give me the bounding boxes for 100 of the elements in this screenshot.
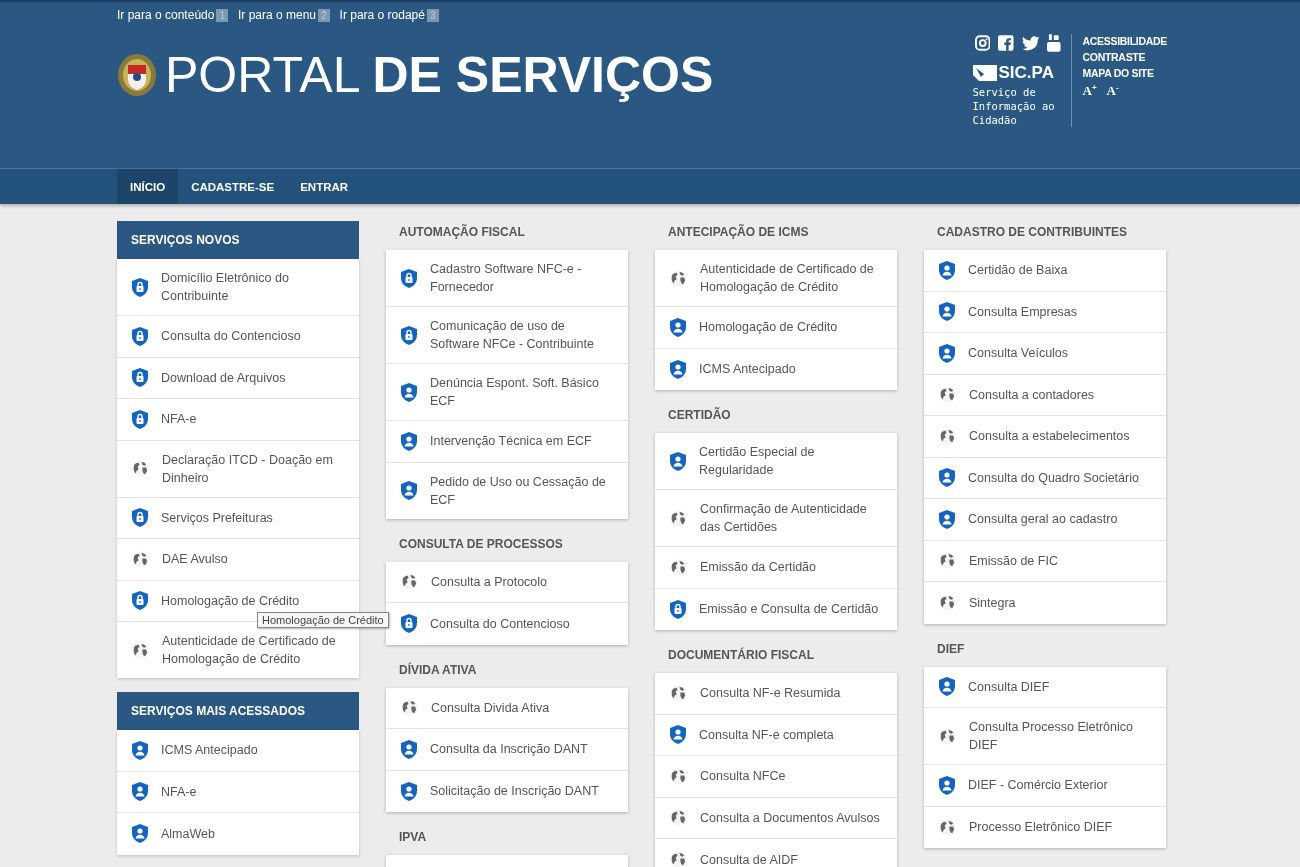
shield-lock-icon xyxy=(401,268,417,288)
service-link[interactable]: Consulta a contadores xyxy=(924,374,1166,416)
shield-person-icon xyxy=(670,725,686,745)
globe-icon xyxy=(939,594,956,612)
shield-person-icon xyxy=(670,451,686,471)
globe-icon xyxy=(670,684,687,702)
shield-lock-icon xyxy=(132,591,148,611)
service-link[interactable]: Cadastro Software NFC-e - Fornecedor xyxy=(386,250,628,307)
service-link[interactable]: Consulta DIEF xyxy=(924,666,1166,708)
service-link[interactable]: Confirmação de Autenticidade das Certidões xyxy=(655,490,897,547)
instagram-icon[interactable] xyxy=(974,35,990,51)
section-heading: CADASTRO DE CONTRIBUINTES xyxy=(936,224,1128,241)
service-link[interactable]: Consulta NF-e Resumida xyxy=(655,673,897,715)
service-link[interactable]: Intervenção Técnica em ECF xyxy=(386,421,628,463)
shield-person-icon xyxy=(670,317,686,337)
shield-person-icon xyxy=(939,775,955,795)
shield-person-icon xyxy=(939,343,955,363)
skip-link[interactable]: Ir para o menu xyxy=(237,8,316,22)
accessibility-link[interactable]: MAPA DO SITE xyxy=(1082,67,1167,79)
service-link[interactable]: Consulta Empresas xyxy=(924,291,1166,333)
coat-of-arms-icon xyxy=(117,53,157,97)
shield-lock-icon xyxy=(401,325,417,345)
panel-header: SERVIÇOS NOVOS xyxy=(117,221,359,259)
nav-tab[interactable]: INÍCIO xyxy=(117,169,179,204)
nav-tab[interactable]: CADASTRE-SE xyxy=(178,169,288,204)
service-link[interactable]: NFA-e xyxy=(117,771,359,813)
service-link[interactable]: Processo Eletrônico DIEF xyxy=(924,806,1166,848)
decrease-font-button[interactable]: A$^{-}$ xyxy=(1106,83,1119,100)
service-link[interactable]: Pedido de Uso ou Cessação de ECF xyxy=(386,462,628,519)
service-link[interactable]: Solicitação de Inscrição DANT xyxy=(386,770,628,812)
shield-lock-icon xyxy=(132,368,148,388)
service-link[interactable]: Homologação de Crédito xyxy=(655,307,897,349)
shield-person-icon xyxy=(939,677,955,697)
video-channel-icon[interactable] xyxy=(1046,34,1061,52)
tooltip: Homologação de Crédito xyxy=(257,612,389,628)
service-link[interactable]: Download de Arquivos xyxy=(117,357,359,399)
service-link[interactable]: NFA-e xyxy=(117,399,359,441)
service-link[interactable]: Consulta a estabelecimentos xyxy=(924,416,1166,458)
service-link[interactable]: Emissão e Consulta de Certidão xyxy=(655,588,897,630)
service-link[interactable]: Emissão de FIC xyxy=(924,540,1166,582)
service-link[interactable]: Denúncia Espont. Soft. Básico ECF xyxy=(386,364,628,421)
increase-font-button[interactable]: A$^{+}$ xyxy=(1082,83,1097,100)
accessibility-link[interactable]: CONTRASTE xyxy=(1082,51,1167,63)
service-link[interactable]: Consulta Processo Eletrônico DIEF xyxy=(924,708,1166,765)
service-link[interactable]: Consulta de AIDF xyxy=(655,839,897,867)
service-link[interactable]: Domicílio Eletrônico do Contribuinte xyxy=(117,259,359,316)
globe-icon xyxy=(401,573,418,591)
sic-logo-text[interactable]: SIC.PA xyxy=(998,63,1054,83)
service-link[interactable]: Consulta do Quadro Societário xyxy=(924,457,1166,499)
section-heading: DÍVIDA ATIVA xyxy=(398,661,478,679)
service-link[interactable]: Consulta Veículos xyxy=(924,333,1166,375)
sic-caption: Serviço de Informação ao Cidadão xyxy=(972,85,1056,127)
service-link[interactable]: Comunicação de uso de Software NFCe - Contribuinte xyxy=(386,307,628,364)
shield-person-icon xyxy=(401,431,417,451)
section-heading: CERTIDÃO xyxy=(667,406,732,424)
shield-person-icon xyxy=(401,781,417,801)
section-heading: CONSULTA DE PROCESSOS xyxy=(398,535,564,553)
shield-lock-icon xyxy=(132,508,148,528)
shield-person-icon xyxy=(401,382,417,402)
facebook-icon[interactable] xyxy=(998,35,1014,51)
accessibility-link[interactable]: ACESSIBILIDADE xyxy=(1082,35,1167,47)
service-link[interactable]: Declaração ITCD - Doação em Dinheiro xyxy=(117,440,359,498)
service-link[interactable]: Consulta Divida Ativa xyxy=(386,687,628,729)
service-link[interactable]: DAE Avulso xyxy=(117,539,359,581)
skip-link[interactable]: Ir para o conteúdo xyxy=(117,8,215,22)
service-link[interactable]: ICMS Antecipado xyxy=(117,730,359,772)
service-link[interactable]: Consulta NF-e completa xyxy=(655,714,897,756)
service-link[interactable]: ICMS Antecipado xyxy=(655,348,897,390)
service-link[interactable]: Consulta do Contencioso xyxy=(117,316,359,358)
service-link[interactable]: Consulta NFCe xyxy=(655,756,897,798)
shield-lock-icon xyxy=(132,409,148,429)
service-link[interactable]: Consulta geral ao cadastro xyxy=(924,499,1166,541)
service-link[interactable]: Serviços Prefeituras xyxy=(117,497,359,539)
globe-icon xyxy=(939,552,956,570)
shield-person-icon xyxy=(401,481,417,500)
service-link[interactable]: Autenticidade de Certificado de Homologação de Crédito xyxy=(655,250,897,307)
service-link[interactable]: AlmaWeb xyxy=(117,813,359,855)
service-link[interactable]: Sintegra xyxy=(924,582,1166,624)
twitter-icon[interactable] xyxy=(1021,35,1039,51)
section-heading: DIEF xyxy=(936,640,966,658)
service-link[interactable]: DIEF - Comércio Exterior xyxy=(924,765,1166,807)
globe-icon xyxy=(132,641,149,659)
shield-lock-icon xyxy=(670,599,686,619)
service-link[interactable]: Emissão da Certidão xyxy=(655,547,897,589)
shortcut-key: 3 xyxy=(426,8,439,22)
globe-icon xyxy=(939,427,956,445)
service-link[interactable]: Consulta da Inscrição DANT xyxy=(386,729,628,771)
shield-lock-icon xyxy=(132,277,148,297)
shield-person-icon xyxy=(939,468,955,488)
service-link[interactable]: Consulta do Contencioso xyxy=(386,603,628,645)
section-heading: ANTECIPAÇÃO DE ICMS xyxy=(667,223,810,241)
service-link[interactable]: Consulta a Documentos Avulsos xyxy=(655,797,897,839)
skip-link[interactable]: Ir para o rodapé xyxy=(339,8,425,22)
portal-title: PORTAL DE SERVIÇOS xyxy=(165,46,714,104)
service-link[interactable]: Consulta a Protocolo xyxy=(386,561,628,603)
service-link[interactable]: Certidão de Baixa xyxy=(924,250,1166,292)
section-heading: DOCUMENTÁRIO FISCAL xyxy=(667,646,815,664)
shield-person-icon xyxy=(132,782,148,802)
service-link[interactable]: Certidão Especial de Regularidade xyxy=(655,433,897,490)
nav-tab[interactable]: ENTRAR xyxy=(287,169,362,204)
